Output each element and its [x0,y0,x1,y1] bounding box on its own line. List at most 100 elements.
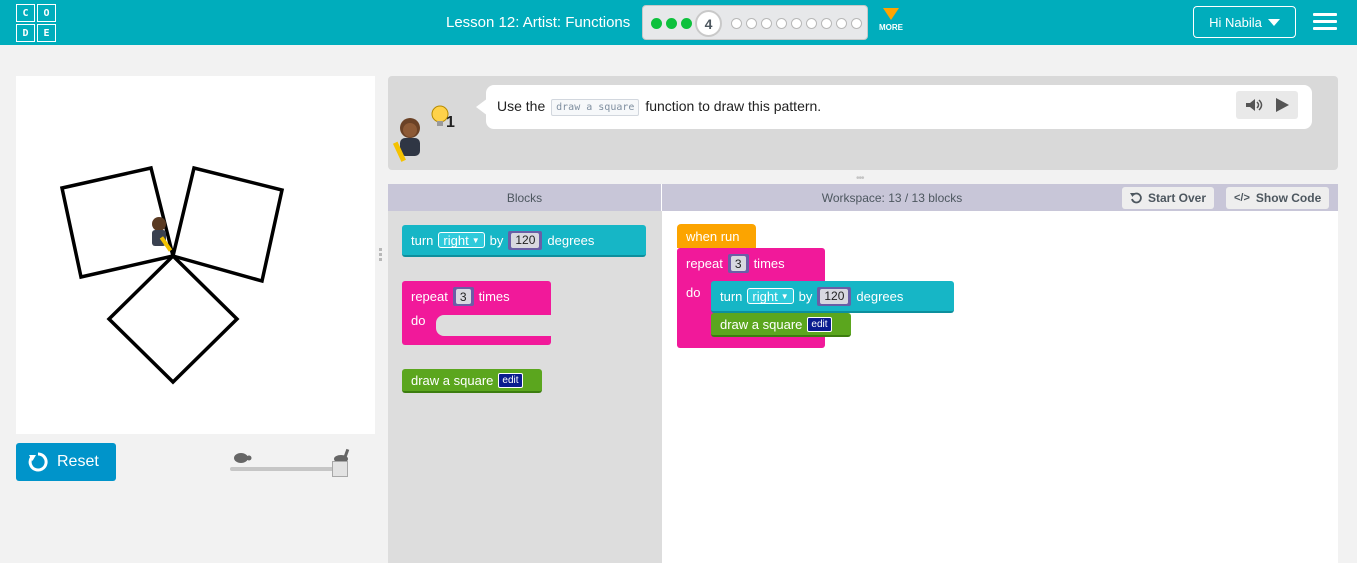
block-text: repeat [411,289,448,304]
square-drawing [106,253,240,385]
dropdown-arrow-icon: ▼ [471,235,480,245]
angle-input[interactable]: 120 [508,230,543,250]
start-over-button[interactable]: Start Over [1122,187,1215,209]
number-value: 3 [730,256,746,271]
logo-letter: D [16,24,35,42]
more-label: MORE [879,23,903,32]
reset-button[interactable]: Reset [16,443,116,481]
user-label: Hi Nabila [1209,14,1262,30]
triangle-down-icon [883,8,899,20]
level-dot[interactable] [821,18,832,29]
block-text: by [489,232,504,248]
speed-slider[interactable] [228,446,354,480]
lightbulb-hint-icon[interactable] [428,102,462,132]
drawing-output [59,165,285,385]
block-text: draw a square [411,372,494,388]
repeat-count-input[interactable]: 3 [452,287,474,306]
user-menu-button[interactable]: Hi Nabila [1193,6,1296,38]
play-icon[interactable] [1274,97,1290,113]
block-text: turn [411,232,434,248]
repeat-count-input[interactable]: 3 [727,254,749,273]
block-text: times [478,289,510,304]
level-dot[interactable] [791,18,802,29]
block-text: by [798,288,813,304]
level-dot[interactable] [731,18,742,29]
top-bar: C O D E Lesson 12: Artist: Functions 4 M… [0,0,1357,45]
block-text: draw a square [720,316,803,332]
hint-count: 1 [446,114,455,131]
current-level-bubble[interactable]: 4 [695,10,722,37]
speaker-icon[interactable] [1244,97,1264,113]
start-over-label: Start Over [1148,191,1207,205]
logo-letter: E [37,24,56,42]
level-dot[interactable] [836,18,847,29]
instruction-text: Use the draw a square function to draw t… [497,98,821,116]
level-dot[interactable] [776,18,787,29]
block-workspace[interactable]: when run repeat 3 times do turn right ▼ b… [662,211,1338,563]
workspace-header: Blocks Workspace: 13 / 13 blocks Start O… [388,184,1338,211]
edit-function-button[interactable]: edit [807,316,832,332]
blocks-header: Blocks [388,184,662,211]
repeat-slot [436,315,551,336]
resize-grip-icon[interactable]: ••• [856,173,864,184]
code-org-logo[interactable]: C O D E [16,4,56,42]
direction-dropdown[interactable]: right ▼ [747,288,794,304]
reset-icon [28,452,48,472]
show-code-label: Show Code [1255,191,1322,205]
caret-down-icon [1267,18,1280,26]
when-run-block[interactable]: when run [677,224,756,248]
level-dot[interactable] [806,18,817,29]
dropdown-value: right [752,288,778,304]
logo-letter: O [37,4,56,22]
instruction-suffix: function to draw this pattern. [645,98,822,114]
hamburger-menu-icon[interactable] [1313,13,1337,31]
more-levels-button[interactable]: MORE [876,8,906,32]
block-text: degrees [547,232,595,248]
number-value: 120 [820,288,849,304]
level-dot-completed[interactable] [666,18,677,29]
repeat-block[interactable]: repeat 3 times do [402,281,551,345]
level-dot[interactable] [746,18,757,29]
undo-icon [1130,192,1142,204]
turtle-icon [234,453,252,463]
instruction-bubble: Use the draw a square function to draw t… [486,85,1312,129]
speed-thumb[interactable] [332,461,348,477]
function-name-chip: draw a square [551,99,640,116]
lesson-title[interactable]: Lesson 12: Artist: Functions [446,14,630,31]
level-dot-completed[interactable] [651,18,662,29]
level-dot[interactable] [761,18,772,29]
draw-square-block[interactable]: draw a square edit [711,313,851,337]
dropdown-value: right [443,232,469,248]
speed-track[interactable] [230,467,344,471]
block-text: degrees [856,288,904,304]
dropdown-arrow-icon: ▼ [780,291,789,301]
block-text: do [686,285,701,300]
block-text: do [411,313,426,328]
draw-square-block[interactable]: draw a square edit [402,369,542,393]
reset-label: Reset [57,453,99,470]
workspace-header-label: Workspace: 13 / 13 blocks [821,190,963,205]
level-progress: 4 [642,5,868,40]
angle-input[interactable]: 120 [817,286,852,306]
edit-function-button[interactable]: edit [498,372,523,388]
character-avatar-icon [392,118,420,162]
toolbox-resize-handle[interactable] [378,245,384,265]
audio-controls [1236,91,1298,119]
block-text: when run [686,228,740,244]
instruction-prefix: Use the [497,98,546,114]
level-dot-completed[interactable] [681,18,692,29]
artist-canvas [16,76,375,434]
block-text: turn [720,288,743,304]
turn-block[interactable]: turn right ▼ by 120 degrees [402,225,646,257]
number-value: 120 [511,232,540,248]
block-text: repeat [686,256,723,271]
instructions-panel: 1 Use the draw a square function to draw… [388,76,1338,184]
number-value: 3 [455,289,471,304]
show-code-button[interactable]: </> Show Code [1226,187,1330,209]
code-brackets-icon: </> [1234,192,1250,204]
level-dot[interactable] [851,18,862,29]
direction-dropdown[interactable]: right ▼ [438,232,485,248]
logo-letter: C [16,4,35,22]
turn-block[interactable]: turn right ▼ by 120 degrees [711,281,954,313]
block-toolbox: turn right ▼ by 120 degrees repeat 3 time… [388,211,662,563]
